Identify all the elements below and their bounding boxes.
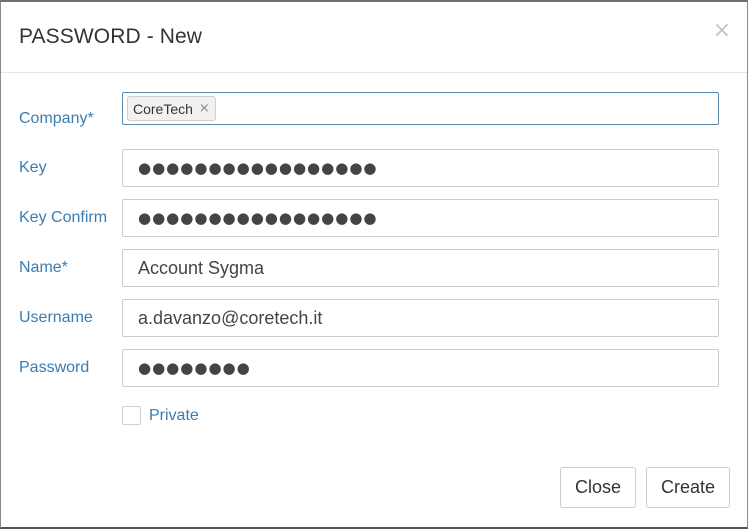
password-new-dialog: PASSWORD - New × Company* CoreTech × Key… bbox=[0, 0, 748, 529]
username-label: Username bbox=[19, 309, 93, 326]
password-input[interactable]: ●●●●●●●● bbox=[122, 349, 719, 387]
company-tag-label: CoreTech bbox=[133, 100, 193, 117]
company-label: Company* bbox=[19, 110, 94, 127]
key-label: Key bbox=[19, 159, 47, 176]
dialog-header: PASSWORD - New × bbox=[1, 2, 747, 73]
name-label: Name* bbox=[19, 259, 68, 276]
dialog-title: PASSWORD - New bbox=[19, 25, 203, 48]
password-label: Password bbox=[19, 359, 90, 376]
company-tag: CoreTech × bbox=[127, 96, 216, 121]
company-select[interactable]: CoreTech × bbox=[122, 92, 719, 125]
key-input[interactable]: ●●●●●●●●●●●●●●●●● bbox=[122, 149, 719, 187]
private-row: Private bbox=[122, 406, 199, 425]
tag-remove-icon[interactable]: × bbox=[199, 101, 210, 116]
key-confirm-label: Key Confirm bbox=[19, 209, 108, 226]
close-icon[interactable]: × bbox=[713, 20, 731, 42]
create-button[interactable]: Create bbox=[646, 467, 730, 508]
private-checkbox[interactable] bbox=[122, 406, 141, 425]
private-label[interactable]: Private bbox=[149, 407, 199, 425]
username-input[interactable]: a.davanzo@coretech.it bbox=[122, 299, 719, 337]
close-button[interactable]: Close bbox=[560, 467, 636, 508]
key-confirm-input[interactable]: ●●●●●●●●●●●●●●●●● bbox=[122, 199, 719, 237]
name-input[interactable]: Account Sygma bbox=[122, 249, 719, 287]
